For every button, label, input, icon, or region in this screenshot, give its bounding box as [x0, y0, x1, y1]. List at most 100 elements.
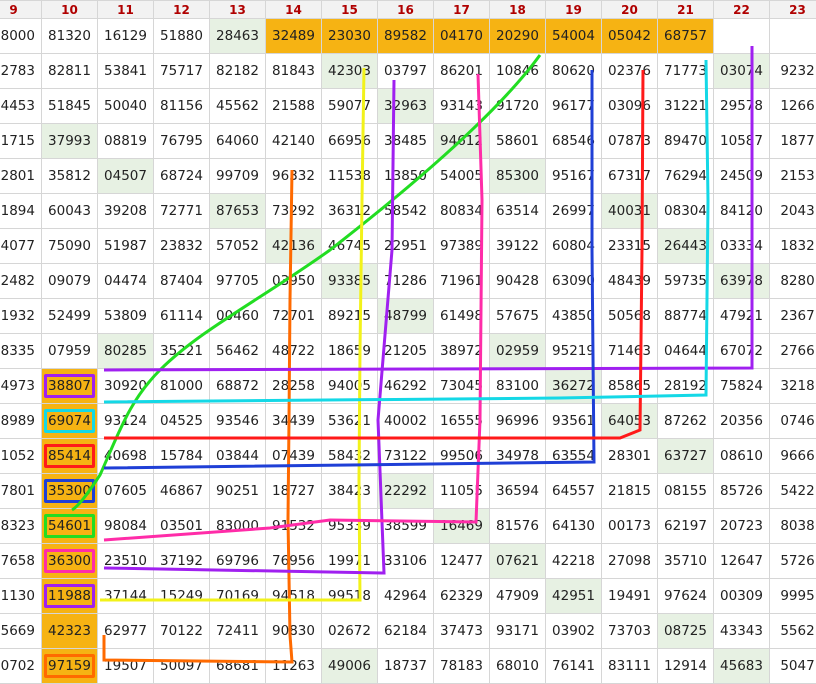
- cell-number: 00173: [608, 518, 651, 534]
- grid-cell: 32963: [378, 89, 434, 124]
- cell-number: 05042: [608, 28, 651, 44]
- grid-cell: 48439: [602, 264, 658, 299]
- grid-cell: 91532: [266, 509, 322, 544]
- cell-number: 68872: [216, 378, 259, 394]
- grid-cell: 93171: [490, 614, 546, 649]
- grid-cell: 82811: [42, 54, 98, 89]
- grid-cell: 38485: [378, 124, 434, 159]
- cell-number: 64557: [552, 483, 595, 499]
- grid-cell: 9232: [770, 54, 816, 89]
- cell-number: 85865: [608, 378, 651, 394]
- cell-number: 93546: [216, 413, 259, 429]
- cell-number: 27098: [608, 553, 651, 569]
- cell-number: 37144: [104, 588, 147, 604]
- cell-number: 81156: [160, 98, 203, 114]
- cell-number: 81576: [496, 518, 539, 534]
- cell-number: 40002: [384, 413, 427, 429]
- cell-number: 76795: [160, 133, 203, 149]
- grid-cell: 36272: [546, 369, 602, 404]
- grid-cell: 86201: [434, 54, 490, 89]
- grid-cell: 94518: [266, 579, 322, 614]
- cell-number: 42140: [272, 133, 315, 149]
- cell-number: 07873: [608, 133, 651, 149]
- grid-cell: 97159: [42, 649, 98, 684]
- grid-cell: 99518: [322, 579, 378, 614]
- cell-number: 72701: [272, 308, 315, 324]
- cell-number: 58542: [384, 203, 427, 219]
- grid-cell: 75090: [42, 229, 98, 264]
- cell-number: 42964: [384, 588, 427, 604]
- grid-cell: 91720: [490, 89, 546, 124]
- grid-cell: 45669: [0, 614, 42, 649]
- cell-number: 07959: [48, 343, 91, 359]
- cell-number: 28258: [272, 378, 315, 394]
- grid-cell: 38989: [0, 404, 42, 439]
- cell-number: 43850: [552, 308, 595, 324]
- grid-cell: 34439: [266, 404, 322, 439]
- cell-number: 87653: [216, 203, 259, 219]
- cell-number: 11055: [440, 483, 483, 499]
- grid-cell: 71463: [602, 334, 658, 369]
- grid-cell: 2766: [770, 334, 816, 369]
- grid-cell: 07959: [42, 334, 98, 369]
- grid-cell: 60043: [42, 194, 98, 229]
- cell-number: 5726: [780, 553, 814, 569]
- grid-cell: [770, 19, 816, 54]
- grid-cell: 50568: [602, 299, 658, 334]
- grid-cell: 99709: [210, 159, 266, 194]
- cell-number: 76294: [664, 168, 707, 184]
- grid-cell: 61498: [434, 299, 490, 334]
- grid-cell: 76956: [266, 544, 322, 579]
- cell-number: 69074: [44, 409, 95, 433]
- grid-cell: 45683: [714, 649, 770, 684]
- grid-cell: 03096: [602, 89, 658, 124]
- cell-number: 45562: [216, 98, 259, 114]
- cell-number: 67801: [0, 483, 35, 499]
- grid-cell: 81000: [154, 369, 210, 404]
- grid-cell: 43850: [546, 299, 602, 334]
- grid-cell: 02959: [490, 334, 546, 369]
- grid-cell: 40002: [378, 404, 434, 439]
- grid-cell: 98084: [98, 509, 154, 544]
- grid-cell: 07605: [98, 474, 154, 509]
- grid-cell: 20356: [714, 404, 770, 439]
- column-header: 14: [266, 1, 322, 19]
- grid-cell: 94005: [322, 369, 378, 404]
- grid-cell: 16129: [98, 19, 154, 54]
- cell-number: 48799: [384, 308, 427, 324]
- cell-number: 5422: [780, 483, 814, 499]
- grid-cell: 07621: [490, 544, 546, 579]
- grid-cell: 3218: [770, 369, 816, 404]
- cell-number: 96177: [552, 98, 595, 114]
- cell-number: 20723: [720, 518, 763, 534]
- grid-cell: 19491: [602, 579, 658, 614]
- grid-cell: 62184: [378, 614, 434, 649]
- cell-number: 52499: [48, 308, 91, 324]
- cell-number: 95219: [552, 343, 595, 359]
- grid-cell: 96332: [266, 159, 322, 194]
- cell-number: 52783: [0, 63, 35, 79]
- cell-number: 37192: [160, 553, 203, 569]
- cell-number: 83111: [608, 658, 651, 674]
- cell-number: 46745: [328, 238, 371, 254]
- grid-cell: 37473: [434, 614, 490, 649]
- grid-cell: 50097: [154, 649, 210, 684]
- grid-cell: 63978: [714, 264, 770, 299]
- cell-number: 75717: [160, 63, 203, 79]
- grid-cell: 05042: [602, 19, 658, 54]
- grid-cell: 97624: [658, 579, 714, 614]
- cell-number: 15784: [160, 448, 203, 464]
- grid-cell: 15784: [154, 439, 210, 474]
- cell-number: 9232: [780, 63, 814, 79]
- grid-cell: 87653: [210, 194, 266, 229]
- cell-number: 50097: [160, 658, 203, 674]
- table-row: 2407775090519872383257052421364674522951…: [0, 229, 816, 264]
- cell-number: 51880: [160, 28, 203, 44]
- cell-number: 57052: [216, 238, 259, 254]
- cell-number: 73703: [608, 623, 651, 639]
- grid-cell: 35812: [42, 159, 98, 194]
- cell-number: 46867: [160, 483, 203, 499]
- cell-number: 47921: [720, 308, 763, 324]
- grid-cell: 85300: [490, 159, 546, 194]
- cell-number: 87404: [160, 273, 203, 289]
